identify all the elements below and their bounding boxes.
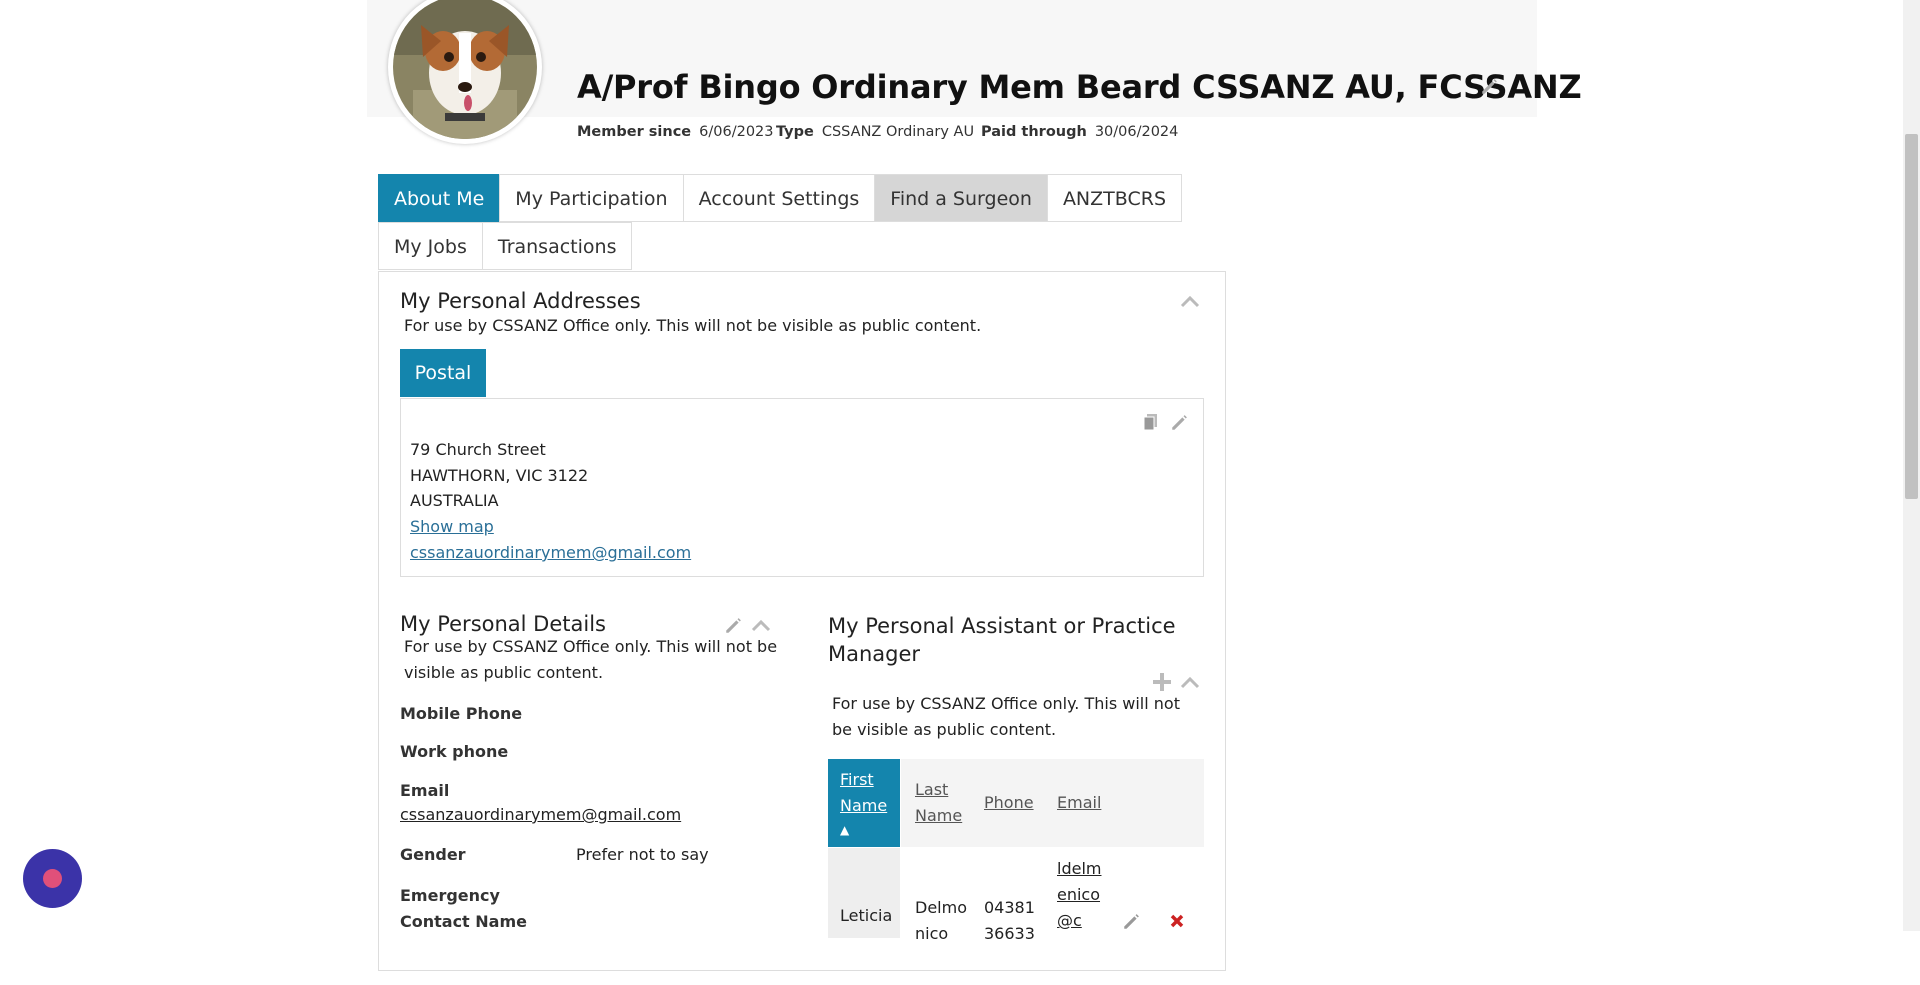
profile-tabs: About Me My Participation Account Settin…: [378, 174, 1182, 222]
show-map-link[interactable]: Show map: [410, 517, 494, 536]
copy-icon[interactable]: [1143, 413, 1159, 435]
tab-postal[interactable]: Postal: [400, 349, 486, 397]
tab-about-me[interactable]: About Me: [378, 174, 501, 222]
avatar: [388, 0, 542, 144]
last-name-header-label[interactable]: Last Name: [915, 780, 962, 825]
addresses-note: For use by CSSANZ Office only. This will…: [404, 316, 982, 335]
member-type: Type CSSANZ Ordinary AU: [776, 124, 974, 140]
member-since-value: 6/06/2023: [699, 124, 774, 140]
dog-photo: [393, 0, 537, 139]
tab-account-settings[interactable]: Account Settings: [682, 174, 876, 222]
pencil-icon[interactable]: [1170, 414, 1188, 436]
tab-my-participation[interactable]: My Participation: [499, 174, 684, 222]
mobile-phone-label: Mobile Phone: [400, 704, 523, 723]
address-email-link[interactable]: cssanzauordinarymem@gmail.com: [410, 543, 691, 562]
page-title: A/Prof Bingo Ordinary Mem Beard CSSANZ A…: [577, 68, 1582, 106]
member-since: Member since 6/06/2023: [577, 124, 774, 140]
delete-icon[interactable]: [1169, 913, 1185, 933]
type-value: CSSANZ Ordinary AU: [821, 124, 975, 140]
paid-through: Paid through 30/06/2024: [981, 124, 1178, 140]
address-line-2: HAWTHORN, VIC 3122: [410, 466, 589, 485]
profile-tabs-row2: My Jobs Transactions: [378, 222, 633, 270]
assistant-heading: My Personal Assistant or Practice Manage…: [828, 614, 1176, 666]
details-heading: My Personal Details: [400, 612, 606, 636]
pencil-icon[interactable]: [1480, 78, 1498, 100]
type-label: Type: [776, 124, 814, 140]
sort-ascending-icon: ▲: [840, 823, 850, 837]
paid-through-value: 30/06/2024: [1094, 124, 1179, 140]
column-header-email[interactable]: Email: [1043, 759, 1204, 847]
address-line-1: 79 Church Street: [410, 440, 546, 459]
gender-label: Gender: [400, 845, 466, 864]
first-name-header-label[interactable]: First Name: [840, 770, 887, 815]
email-link[interactable]: cssanzauordinarymem@gmail.com: [400, 805, 681, 824]
details-note: For use by CSSANZ Office only. This will…: [404, 637, 778, 682]
emergency-contact-label: Emergency Contact Name: [400, 886, 527, 931]
column-header-last-name[interactable]: Last Name: [901, 759, 971, 847]
phone-header-label[interactable]: Phone: [984, 793, 1034, 812]
addresses-heading: My Personal Addresses: [400, 289, 641, 313]
paid-through-label: Paid through: [981, 124, 1087, 140]
column-header-first-name[interactable]: First Name ▲: [828, 759, 900, 847]
assistant-phone: 0438136633: [984, 898, 1035, 943]
tab-anztbcrs[interactable]: ANZTBCRS: [1046, 174, 1182, 222]
column-header-phone[interactable]: Phone: [971, 759, 1043, 847]
member-since-label: Member since: [577, 124, 692, 140]
assistant-first-name: Leticia: [840, 906, 893, 925]
scrollbar-thumb[interactable]: [1905, 134, 1918, 499]
chat-launcher-button[interactable]: [23, 849, 82, 908]
chevron-up-icon[interactable]: [1180, 294, 1200, 313]
tab-find-a-surgeon[interactable]: Find a Surgeon: [874, 174, 1048, 222]
email-label: Email: [400, 781, 450, 800]
assistant-note: For use by CSSANZ Office only. This will…: [832, 694, 1180, 739]
table-row: Leticia: [828, 848, 900, 938]
tab-transactions[interactable]: Transactions: [481, 222, 633, 270]
gender-value: Prefer not to say: [576, 845, 709, 864]
work-phone-label: Work phone: [400, 742, 509, 761]
assistant-email-link[interactable]: ldelmenico@c: [1043, 848, 1117, 946]
pencil-icon[interactable]: [1122, 913, 1140, 935]
tab-my-jobs[interactable]: My Jobs: [378, 222, 483, 270]
chat-icon: [43, 869, 62, 888]
email-header-label[interactable]: Email: [1057, 793, 1101, 812]
address-line-3: AUSTRALIA: [410, 491, 499, 510]
